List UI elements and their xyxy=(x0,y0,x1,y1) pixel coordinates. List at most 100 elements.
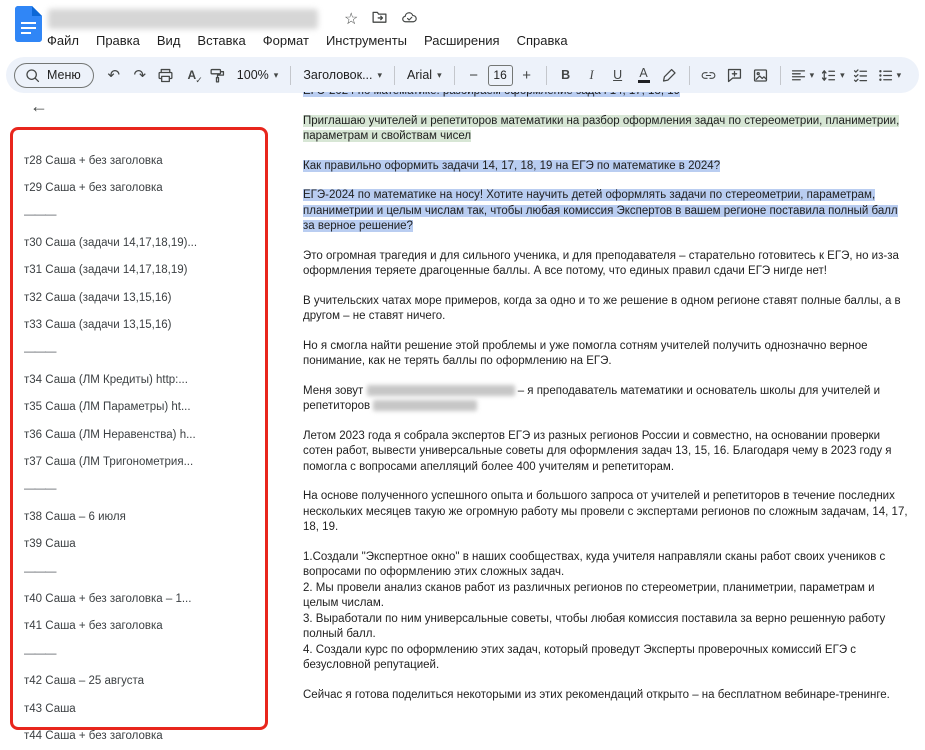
insert-image-button[interactable] xyxy=(749,62,773,88)
outline-separator[interactable]: ——— xyxy=(24,640,262,667)
search-icon xyxy=(26,68,40,82)
font-value: Arial xyxy=(407,68,433,82)
outline-item[interactable]: т37 Саша (ЛМ Тригонометрия... xyxy=(24,448,262,475)
redacted-text xyxy=(373,400,478,411)
paragraph-text: Это огромная трагедия и для сильного уче… xyxy=(303,249,899,278)
outline-item[interactable]: т31 Саша (задачи 14,17,18,19) xyxy=(24,257,262,284)
paragraph[interactable]: Приглашаю учителей и репетиторов математ… xyxy=(303,114,909,145)
star-icon[interactable]: ☆ xyxy=(344,12,358,28)
paragraph[interactable]: Но я смогла найти решение этой проблемы … xyxy=(303,339,909,370)
italic-button[interactable]: I xyxy=(580,62,604,88)
highlighter-pen-icon xyxy=(663,68,676,82)
highlight-color-button[interactable] xyxy=(658,62,682,88)
document-title-redacted[interactable] xyxy=(48,9,318,29)
paragraph-text: В учительских чатах море примеров, когда… xyxy=(303,294,901,323)
font-size-input[interactable]: 16 xyxy=(487,64,513,86)
outline-item[interactable]: т44 Саша + без заголовка xyxy=(24,722,262,749)
close-outline-back-icon[interactable]: ← xyxy=(30,97,48,115)
outline-item[interactable]: т41 Саша + без заголовка xyxy=(24,613,262,640)
menu-item[interactable]: Инструменты xyxy=(326,33,407,48)
clipped-heading-line[interactable]: ЕГЭ-2024 по математике: разбираем оформл… xyxy=(303,92,909,100)
align-left-icon xyxy=(791,69,805,80)
outline-item[interactable]: т29 Саша + без заголовка xyxy=(24,174,262,201)
paragraph[interactable]: Летом 2023 года я собрала экспертов ЕГЭ … xyxy=(303,429,909,476)
highlighted-text: ЕГЭ-2024 по математике на носу! Хотите н… xyxy=(303,189,898,232)
chevron-down-icon: ▾ xyxy=(273,69,279,80)
align-button[interactable]: ▾ xyxy=(788,62,817,88)
menu-search-label: Меню xyxy=(47,68,81,82)
toolbar-separator xyxy=(779,65,781,85)
text-color-button[interactable]: A xyxy=(632,62,656,88)
paragraph[interactable]: Это огромная трагедия и для сильного уче… xyxy=(303,249,909,280)
add-comment-button[interactable] xyxy=(723,62,747,88)
toolbar-separator xyxy=(394,65,396,85)
outline-separator[interactable]: ——— xyxy=(24,476,262,503)
move-folder-icon[interactable] xyxy=(371,9,388,31)
comment-icon xyxy=(728,68,742,82)
print-button[interactable] xyxy=(154,62,178,88)
outline-item[interactable]: т33 Саша (задачи 13,15,16) xyxy=(24,311,262,338)
outline-item[interactable]: т42 Саша – 25 августа xyxy=(24,667,262,694)
styles-value: Заголовок... xyxy=(303,68,373,82)
outline-item[interactable]: т36 Саша (ЛМ Неравенства) h... xyxy=(24,421,262,448)
document-canvas[interactable]: ЕГЭ-2024 по математике: разбираем оформл… xyxy=(303,92,909,734)
outline-item[interactable]: т35 Саша (ЛМ Параметры) ht... xyxy=(24,394,262,421)
toolbar-separator xyxy=(688,65,690,85)
menu-search-button[interactable]: Меню xyxy=(14,62,94,88)
menu-item[interactable]: Вид xyxy=(157,33,181,48)
paragraph[interactable]: На основе полученного успешного опыта и … xyxy=(303,489,909,536)
checklist-button[interactable] xyxy=(849,62,873,88)
toolbar-separator xyxy=(545,65,547,85)
outline-item[interactable]: т32 Саша (задачи 13,15,16) xyxy=(24,284,262,311)
outline-item[interactable]: т28 Саша + без заголовка xyxy=(24,147,262,174)
menu-item[interactable]: Вставка xyxy=(197,33,245,48)
font-size-increase-button[interactable]: + xyxy=(515,62,539,88)
docs-logo-icon[interactable] xyxy=(15,6,42,42)
paragraph-text: Но я смогла найти решение этой проблемы … xyxy=(303,339,868,368)
paragraph[interactable]: Меня зовут – я преподаватель математики … xyxy=(303,384,909,415)
outline-item[interactable]: т43 Саша xyxy=(24,695,262,722)
outline-separator[interactable]: ——— xyxy=(24,202,262,229)
paragraph-text: Летом 2023 года я собрала экспертов ЕГЭ … xyxy=(303,429,892,473)
outline-item[interactable]: т39 Саша xyxy=(24,530,262,557)
styles-select[interactable]: Заголовок... ▾ xyxy=(298,68,387,82)
redo-button[interactable]: ↷ xyxy=(128,62,152,88)
menu-item[interactable]: Справка xyxy=(517,33,568,48)
outline-item[interactable]: т40 Саша + без заголовка – 1... xyxy=(24,585,262,612)
menu-item[interactable]: Файл xyxy=(47,33,79,48)
menu-item[interactable]: Расширения xyxy=(424,33,500,48)
spellcheck-button[interactable]: A ✓ xyxy=(180,62,204,88)
list-line: 3. Выработали по ним универсальные совет… xyxy=(303,612,886,641)
paragraph[interactable]: 1.Создали "Экспертное окно" в наших сооб… xyxy=(303,550,909,674)
paragraph[interactable]: В учительских чатах море примеров, когда… xyxy=(303,294,909,325)
menu-item[interactable]: Формат xyxy=(263,33,309,48)
text-color-letter: A xyxy=(639,65,648,80)
text-color-bar xyxy=(637,80,650,84)
doc-paragraphs: Приглашаю учителей и репетиторов математ… xyxy=(303,114,909,704)
outline-item[interactable]: т38 Саша – 6 июля xyxy=(24,503,262,530)
paint-format-button[interactable] xyxy=(206,62,230,88)
bold-button[interactable]: B xyxy=(554,62,578,88)
outline-separator[interactable]: ——— xyxy=(24,558,262,585)
bulleted-list-button[interactable]: ▾ xyxy=(875,62,904,88)
insert-link-button[interactable] xyxy=(697,62,721,88)
outline-item[interactable]: т34 Саша (ЛМ Кредиты) http:... xyxy=(24,366,262,393)
bulleted-list-icon xyxy=(878,69,892,81)
chevron-down-icon: ▾ xyxy=(437,69,442,80)
undo-button[interactable]: ↶ xyxy=(102,62,126,88)
underline-button[interactable]: U xyxy=(606,62,630,88)
chevron-down-icon: ▾ xyxy=(896,69,902,80)
font-size-decrease-button[interactable]: − xyxy=(462,62,486,88)
outline-item[interactable]: т30 Саша (задачи 14,17,18,19)... xyxy=(24,229,262,256)
menu-item[interactable]: Правка xyxy=(96,33,140,48)
font-select[interactable]: Arial ▾ xyxy=(402,68,447,82)
toolbar-separator xyxy=(290,65,292,85)
line-spacing-button[interactable]: ▾ xyxy=(818,62,847,88)
paragraph[interactable]: Как правильно оформить задачи 14, 17, 18… xyxy=(303,159,909,175)
paragraph[interactable]: Сейчас я готова поделиться некоторыми из… xyxy=(303,688,909,704)
zoom-select[interactable]: 100% ▾ xyxy=(232,68,284,82)
paragraph[interactable]: ЕГЭ-2024 по математике на носу! Хотите н… xyxy=(303,188,909,235)
highlighted-text: Приглашаю учителей и репетиторов математ… xyxy=(303,114,900,142)
outline-separator[interactable]: ——— xyxy=(24,339,262,366)
list-line: 2. Мы провели анализ сканов работ из раз… xyxy=(303,581,875,610)
